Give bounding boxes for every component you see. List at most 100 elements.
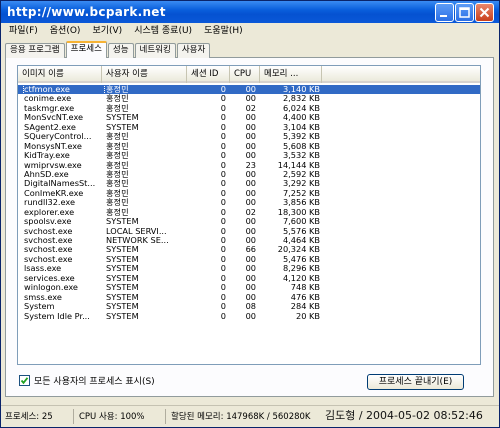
column-header-user-name[interactable]: 사용자 이름 [102,66,187,83]
table-row[interactable]: svchost.exe SYSTEM 0 66 20,324 KB [18,245,480,254]
cell-user-name: SYSTEM [106,254,139,264]
cell-user-name: SYSTEM [106,245,139,255]
status-divider [165,409,166,424]
cell-session-id: 0 [220,226,226,236]
cell-memory: 3,140 KB [282,85,320,94]
cell-cpu: 00 [245,217,256,227]
show-all-users-checkbox[interactable] [19,375,30,386]
cell-cpu: 00 [245,292,256,302]
table-row[interactable]: DigitalNamesSt... 홍정민 0 00 3,292 KB [18,179,480,188]
table-row[interactable]: svchost.exe LOCAL SERVI... 0 00 5,576 KB [18,227,480,236]
table-row[interactable]: ConImeKR.exe 홍정민 0 00 7,252 KB [18,189,480,198]
cell-image-name: SQueryControl... [24,132,92,142]
table-row[interactable]: System Idle Pr... SYSTEM 0 00 20 KB [18,312,480,321]
minimize-icon [440,15,447,17]
table-row[interactable]: lsass.exe SYSTEM 0 00 8,296 KB [18,264,480,273]
cell-user-name: 홍정민 [106,169,129,179]
table-row[interactable]: smss.exe SYSTEM 0 00 476 KB [18,293,480,302]
cell-image-name: lsass.exe [24,264,62,274]
menu-view[interactable]: 보기(V) [86,23,128,40]
cell-image-name: svchost.exe [24,245,73,255]
table-row[interactable]: ctfmon.exe 홍정민 0 00 3,140 KB [18,83,480,96]
maximize-button[interactable] [455,3,474,22]
cell-memory: 4,120 KB [282,273,320,283]
cell-session-id: 0 [220,254,226,264]
process-list[interactable]: 이미지 이름 사용자 이름 세션 ID CPU 메모리 ... ctfmon.e… [17,65,481,365]
table-row[interactable]: KidTray.exe 홍정민 0 00 3,532 KB [18,151,480,160]
column-header-cpu[interactable]: CPU [230,66,260,83]
cell-cpu: 23 [245,160,256,170]
cell-session-id: 0 [220,94,226,104]
status-process-count: 프로세스: 25 [5,412,53,422]
title-bar[interactable]: http://www.bcpark.net [1,1,499,23]
cell-image-name: MonSvcNT.exe [24,113,84,123]
menu-shutdown[interactable]: 시스템 종료(U) [128,23,198,40]
table-row[interactable]: taskmgr.exe 홍정민 0 02 6,024 KB [18,104,480,113]
table-row[interactable]: wmiprvsw.exe 홍정민 0 23 14,144 KB [18,161,480,170]
end-process-button[interactable]: 프로세스 끝내기(E) [367,374,464,390]
cell-cpu: 00 [245,188,256,198]
minimize-button[interactable] [435,3,454,22]
cell-user-name: 홍정민 [106,85,129,94]
cell-user-name: 홍정민 [106,141,129,151]
cell-user-name: 홍정민 [106,207,129,217]
tab-applications[interactable]: 응용 프로그램 [5,43,65,58]
table-row[interactable]: winlogon.exe SYSTEM 0 00 748 KB [18,283,480,292]
tab-performance[interactable]: 성능 [107,43,134,58]
table-row[interactable]: spoolsv.exe SYSTEM 0 00 7,600 KB [18,217,480,226]
tab-networking[interactable]: 네트워킹 [134,43,176,58]
menu-help[interactable]: 도움말(H) [198,23,249,40]
table-row[interactable]: AhnSD.exe 홍정민 0 00 2,592 KB [18,170,480,179]
cell-user-name: NETWORK SE... [106,236,169,245]
cell-cpu: 00 [245,122,256,132]
cell-cpu: 00 [245,85,256,94]
cell-memory: 20 KB [295,311,320,321]
cell-session-id: 0 [220,113,226,123]
table-row[interactable]: rundll32.exe 홍정민 0 00 3,856 KB [18,198,480,207]
table-row[interactable]: System SYSTEM 0 08 284 KB [18,302,480,311]
task-manager-window: http://www.bcpark.net 파일(F) 옵션(O) 보기(V) … [0,0,500,428]
column-header-memory[interactable]: 메모리 ... [260,66,322,83]
cell-memory: 5,392 KB [282,132,320,142]
column-header-image-name[interactable]: 이미지 이름 [18,66,102,83]
cell-memory: 284 KB [290,302,320,312]
tab-strip: 응용 프로그램 프로세스 성능 네트워킹 사용자 [5,41,211,58]
checkmark-icon [20,377,29,385]
tab-processes[interactable]: 프로세스 [65,41,107,58]
cell-session-id: 0 [220,132,226,142]
cell-cpu: 00 [245,151,256,161]
table-row[interactable]: MonsysNT.exe 홍정민 0 00 5,608 KB [18,142,480,151]
table-row[interactable]: SQueryControl... 홍정민 0 00 5,392 KB [18,132,480,141]
table-row[interactable]: SAgent2.exe SYSTEM 0 00 3,104 KB [18,123,480,132]
cell-memory: 3,292 KB [282,179,320,189]
table-row[interactable]: services.exe SYSTEM 0 00 4,120 KB [18,274,480,283]
status-memory: 할당된 메모리: 147968K / 560280K [171,412,311,422]
cell-user-name: 홍정민 [106,103,129,113]
cell-memory: 3,532 KB [282,151,320,161]
close-button[interactable] [475,3,494,22]
table-row[interactable]: conime.exe 홍정민 0 00 2,832 KB [18,94,480,103]
tab-users[interactable]: 사용자 [176,43,211,58]
cell-image-name: ctfmon.exe [23,83,105,96]
cell-session-id: 0 [220,302,226,312]
cell-memory: 3,104 KB [282,122,320,132]
cell-session-id: 0 [220,188,226,198]
column-header-session-id[interactable]: 세션 ID [187,66,230,83]
menu-file[interactable]: 파일(F) [3,23,44,40]
cell-user-name: SYSTEM [106,273,139,283]
cell-image-name: AhnSD.exe [24,169,69,179]
cell-user-name: SYSTEM [106,292,139,302]
cell-image-name: smss.exe [24,292,62,302]
table-row[interactable]: svchost.exe SYSTEM 0 00 5,476 KB [18,255,480,264]
table-row[interactable]: explorer.exe 홍정민 0 02 18,300 KB [18,208,480,217]
cell-user-name: 홍정민 [106,188,129,198]
cell-memory: 18,300 KB [277,207,320,217]
show-all-users-option[interactable]: 모든 사용자의 프로세스 표시(S) [19,374,155,387]
cell-cpu: 00 [245,179,256,189]
menu-options[interactable]: 옵션(O) [44,23,87,40]
table-row[interactable]: MonSvcNT.exe SYSTEM 0 00 4,400 KB [18,113,480,122]
close-icon [479,7,490,18]
cell-user-name: SYSTEM [106,113,139,123]
table-row[interactable]: svchost.exe NETWORK SE... 0 00 4,464 KB [18,236,480,245]
cell-session-id: 0 [220,151,226,161]
